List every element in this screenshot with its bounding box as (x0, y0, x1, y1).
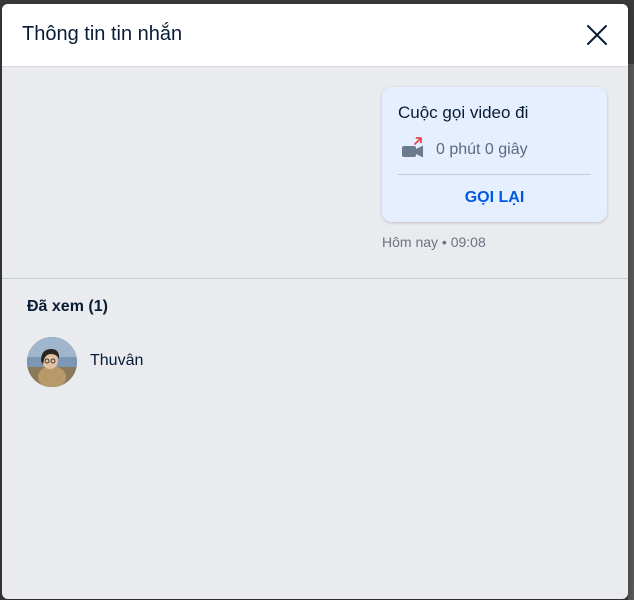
call-message-bubble: Cuộc gọi video đi 0 phút 0 giây GỌI LẠI (382, 87, 607, 222)
seen-user-item[interactable]: Thuvân (27, 337, 327, 387)
message-timestamp: Hôm nay • 09:08 (382, 234, 486, 250)
dialog-header: Thông tin tin nhắn (2, 4, 628, 67)
call-back-button[interactable]: GỌI LẠI (398, 183, 591, 213)
avatar[interactable] (27, 337, 77, 387)
close-button[interactable] (582, 20, 612, 50)
call-duration: 0 phút 0 giây (436, 141, 528, 158)
seen-user-name: Thuvân (90, 352, 144, 369)
close-icon (587, 25, 607, 45)
avatar-photo (27, 337, 77, 387)
message-info-dialog: Thông tin tin nhắn Cuộc gọi video đi 0 p… (2, 4, 628, 599)
section-divider (2, 278, 628, 279)
outgoing-video-call-icon (402, 137, 423, 158)
seen-section-title: Đã xem (1) (27, 298, 108, 315)
call-title: Cuộc gọi video đi (398, 103, 529, 122)
dialog-title: Thông tin tin nhắn (22, 23, 183, 45)
backdrop-scrollbar (628, 64, 634, 600)
bubble-divider (398, 174, 591, 175)
